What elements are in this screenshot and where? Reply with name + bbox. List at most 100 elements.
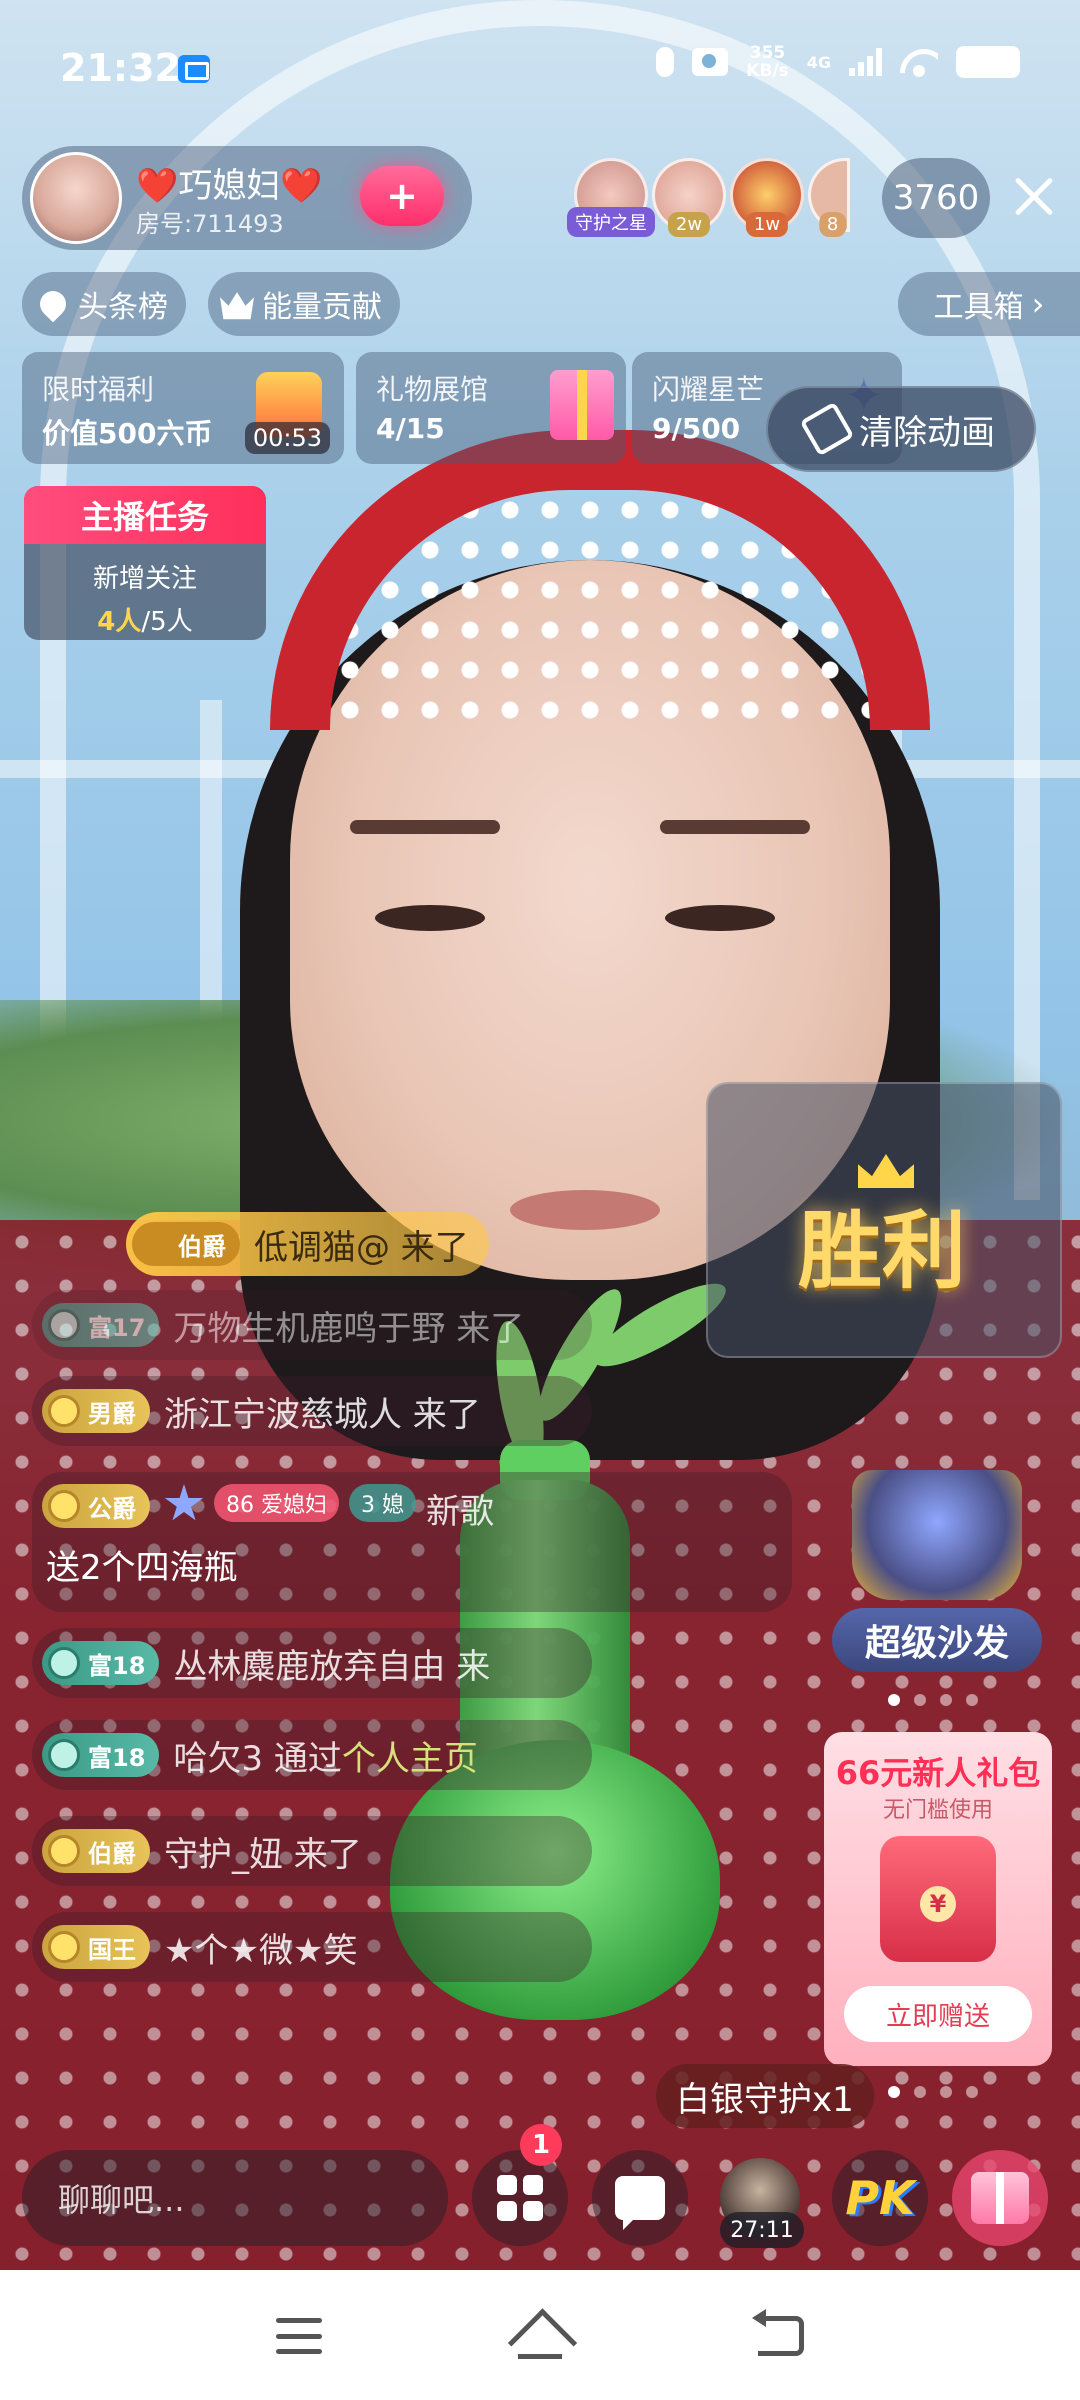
more-button[interactable] <box>472 2150 568 2246</box>
message-button[interactable] <box>592 2150 688 2246</box>
chat-text: 新歌 <box>426 1492 494 1532</box>
super-sofa-icon[interactable] <box>852 1470 1022 1600</box>
close-icon[interactable] <box>1004 166 1064 226</box>
guard-timer: 27:11 <box>720 2212 804 2248</box>
gift-button[interactable] <box>952 2150 1048 2246</box>
status-bar: 21:32 355 KB/s 4G <box>0 0 1080 140</box>
viewer-badge: 守护之星 <box>567 207 655 237</box>
viewer-avatar[interactable]: 1w <box>730 158 804 237</box>
level-label: 富18 <box>88 1743 146 1772</box>
task-label: 新增关注 <box>92 564 197 594</box>
pk-icon: PK <box>845 2171 915 2225</box>
countdown-timer: 00:53 <box>244 422 330 454</box>
energy-contribution-label: 能量贡献 <box>262 290 382 325</box>
task-progress-current: 4人 <box>97 607 142 637</box>
cast-icon <box>178 55 210 83</box>
chat-message[interactable]: 富17 万物生机鹿鸣于野 来了 <box>32 1290 592 1360</box>
follow-button[interactable]: + <box>360 166 444 226</box>
arrival-text: 低调猫@ 来了 <box>254 1227 469 1268</box>
carousel-dots <box>888 1694 978 1706</box>
level-badge: 伯爵 <box>42 1829 150 1873</box>
chat-message[interactable]: 国王 ★个★微★笑 <box>32 1912 592 1982</box>
drop-icon <box>34 285 72 323</box>
host-name: ❤️巧媳妇❤️ <box>136 166 323 206</box>
new-user-gift-pack[interactable]: 66元新人礼包 无门槛使用 立即赠送 <box>824 1732 1052 2066</box>
level-icon <box>48 1931 80 1963</box>
fan-badge: 86 爱媳妇 <box>214 1484 339 1522</box>
back-icon[interactable] <box>752 2309 804 2356</box>
promo-title: 66元新人礼包 <box>835 1754 1041 1792</box>
profile-link[interactable]: 个人主页 <box>342 1731 478 1780</box>
chat-message[interactable]: 富18 丛林麋鹿放弃自由 来 <box>32 1628 592 1698</box>
lips <box>510 1190 660 1230</box>
chat-text: 浙江宁波慈城人 来了 <box>164 1394 481 1435</box>
super-sofa-button[interactable]: 超级沙发 <box>832 1608 1042 1672</box>
clear-animation-label: 清除动画 <box>859 412 995 453</box>
chat-message[interactable]: 伯爵 守护_妞 来了 <box>32 1816 592 1886</box>
crown-icon <box>220 292 254 320</box>
viewer-badge: 8 <box>818 212 847 237</box>
level-icon <box>48 1835 80 1867</box>
gift-gallery-card[interactable]: 礼物展馆 4/15 <box>356 352 626 464</box>
viewer-avatar[interactable]: 守护之星 <box>567 158 655 237</box>
red-wallet-icon <box>880 1836 996 1962</box>
clock: 21:32 <box>60 46 181 90</box>
viewer-avatar[interactable]: 8 <box>808 158 850 237</box>
level-label: 伯爵 <box>178 1232 226 1261</box>
battery-icon <box>956 46 1020 78</box>
system-nav-bar <box>0 2270 1080 2400</box>
user-arrival-banner: 伯爵 低调猫@ 来了 <box>126 1212 489 1276</box>
left-eye <box>375 905 485 931</box>
gift-message: 送2个四海瓶 <box>46 1548 238 1588</box>
level-icon <box>48 1739 80 1771</box>
headline-rank-button[interactable]: 头条榜 <box>22 272 186 336</box>
viewer-badge: 1w <box>745 212 789 237</box>
network-type: 4G <box>806 52 831 72</box>
chat-input[interactable]: 聊聊吧... <box>22 2150 448 2246</box>
right-eye <box>665 905 775 931</box>
card-progress: 4/15 <box>376 412 445 445</box>
host-info[interactable]: ❤️巧媳妇❤️ 房号:711493 + <box>22 146 472 250</box>
mic-icon <box>656 47 675 77</box>
level-icon <box>138 1228 170 1260</box>
promo-subtitle: 无门槛使用 <box>882 1798 993 1823</box>
pk-button[interactable]: PK <box>832 2150 928 2246</box>
chat-message[interactable]: 男爵 浙江宁波慈城人 来了 <box>32 1376 592 1446</box>
level-label: 公爵 <box>88 1494 136 1523</box>
chevron-right-icon: › <box>1031 285 1045 323</box>
level-icon <box>48 1647 80 1679</box>
host-task-panel[interactable]: 主播任务 新增关注 4人/5人 <box>24 486 266 640</box>
chat-text: ★个★微★笑 <box>164 1930 358 1971</box>
room-id: 房号:711493 <box>136 210 284 238</box>
card-title: 闪耀星芒 <box>652 373 765 406</box>
crown-icon <box>858 1154 914 1188</box>
carousel-dots <box>888 2086 978 2098</box>
level-label: 富17 <box>88 1313 146 1342</box>
level-badge: 富18 <box>42 1733 160 1777</box>
limited-welfare-card[interactable]: 限时福利 价值500六币 00:53 <box>22 352 344 464</box>
camera-icon <box>692 48 729 76</box>
toolbox-button[interactable]: 工具箱 › <box>898 272 1080 336</box>
message-icon <box>615 2176 665 2230</box>
wifi-icon <box>900 47 938 77</box>
energy-contribution-button[interactable]: 能量贡献 <box>208 272 400 336</box>
host-avatar[interactable] <box>30 152 122 244</box>
chat-text: 守护_妞 来了 <box>164 1834 362 1875</box>
viewer-count[interactable]: 3760 <box>882 158 990 238</box>
level-badge: 伯爵 <box>132 1222 240 1266</box>
pk-victory-panel[interactable]: 胜利 <box>706 1082 1062 1358</box>
level-icon <box>48 1309 80 1341</box>
viewer-badge: 2w <box>667 212 711 237</box>
top-viewers[interactable]: 守护之星 2w 1w 8 <box>567 152 874 244</box>
chat-message[interactable]: 富18 哈欠3 通过 个人主页 <box>32 1720 592 1790</box>
level-label: 富18 <box>88 1651 146 1680</box>
send-now-button[interactable]: 立即赠送 <box>844 1986 1032 2042</box>
chat-text: 万物生机鹿鸣于野 来了 <box>173 1308 525 1349</box>
victory-text: 胜利 <box>798 1202 967 1300</box>
chat-text: 丛林麋鹿放弃自由 来 <box>173 1646 491 1687</box>
home-icon[interactable] <box>512 2310 568 2360</box>
menu-icon[interactable] <box>276 2318 322 2354</box>
left-eyebrow <box>350 820 500 834</box>
clear-animation-button[interactable]: 清除动画 <box>766 386 1036 472</box>
viewer-avatar[interactable]: 2w <box>652 158 726 237</box>
